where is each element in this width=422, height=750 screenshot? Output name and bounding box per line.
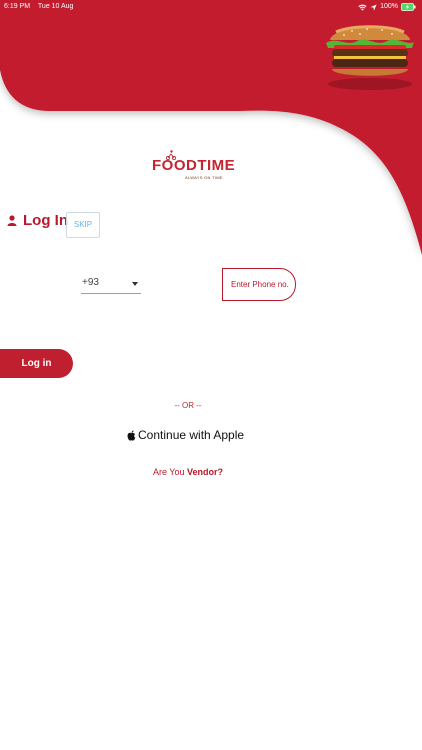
- foodtime-logo: FOODTIME ALWAYS ON TIME: [152, 150, 235, 184]
- vendor-prompt: Are You Vendor?: [0, 467, 376, 477]
- phone-input[interactable]: [222, 268, 296, 301]
- country-code-value: +93: [82, 277, 99, 288]
- login-title: Log In: [23, 212, 68, 229]
- apple-signin-button[interactable]: Continue with Apple: [127, 428, 244, 442]
- vendor-question: Are You: [152, 467, 185, 477]
- logo-text: FOODTIME: [152, 157, 236, 174]
- wifi-icon: [358, 4, 367, 11]
- apple-icon: [127, 429, 136, 441]
- apple-signin-label: Continue with Apple: [138, 428, 245, 442]
- battery-icon: [401, 3, 416, 11]
- login-header: Log In: [7, 212, 68, 229]
- vendor-link[interactable]: Vendor?: [187, 467, 223, 477]
- or-divider: -- OR --: [174, 401, 202, 410]
- status-time: 6:19 PM: [4, 3, 31, 10]
- status-bar: 6:19 PM Tue 10 Aug 100%: [0, 0, 422, 14]
- skip-button[interactable]: SKIP: [66, 212, 100, 238]
- country-code-select[interactable]: +93: [81, 272, 141, 294]
- logo-tagline: ALWAYS ON TIME: [185, 175, 223, 180]
- location-icon: [370, 3, 377, 11]
- dropdown-caret-icon: [132, 282, 138, 286]
- battery-percent: 100%: [380, 3, 398, 10]
- status-date: Tue 10 Aug: [37, 3, 74, 10]
- burger-image: [326, 25, 414, 90]
- user-icon: [7, 215, 17, 226]
- login-button[interactable]: Log in: [0, 349, 73, 378]
